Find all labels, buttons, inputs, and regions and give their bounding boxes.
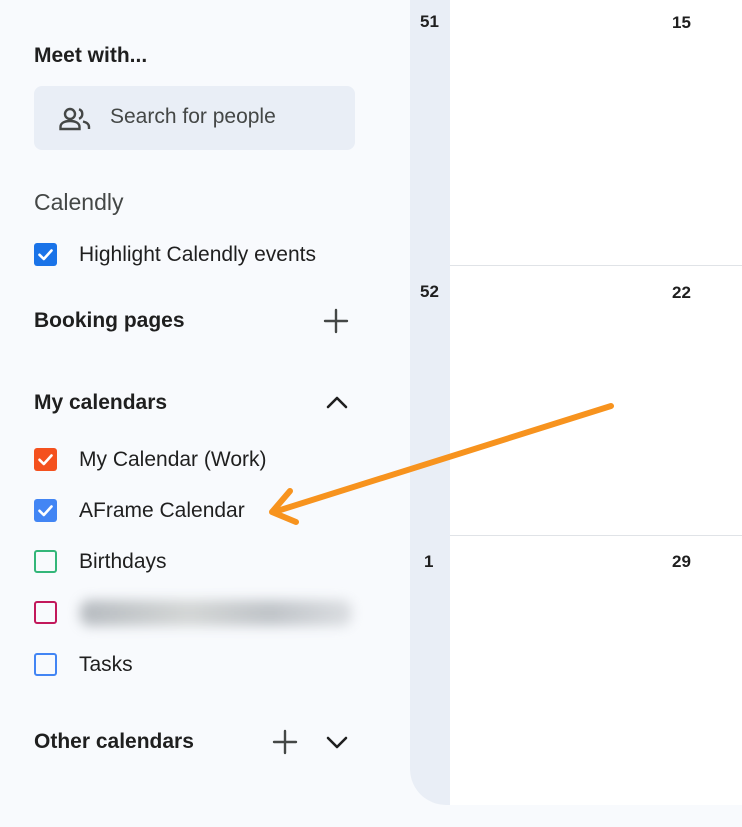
annotation-arrow-icon (269, 403, 614, 525)
